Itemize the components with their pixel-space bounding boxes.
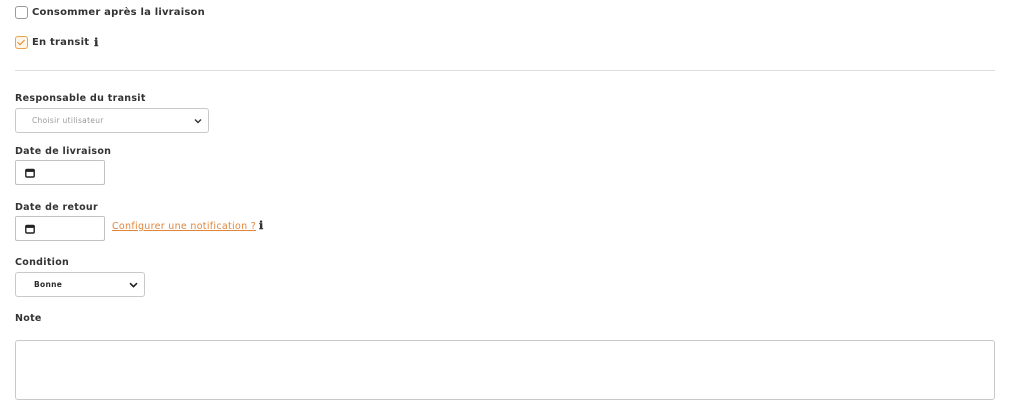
configure-notification-link[interactable]: Configurer une notification ?: [112, 221, 256, 232]
consume-after-delivery-option[interactable]: Consommer après la livraison: [15, 6, 205, 19]
delivery-date-label: Date de livraison: [15, 146, 112, 157]
condition-selected-value: Bonne: [34, 280, 63, 289]
transit-owner-label: Responsable du transit: [15, 93, 146, 104]
in-transit-checkbox[interactable]: [15, 36, 28, 49]
section-divider: [15, 70, 995, 71]
chevron-down-icon: [129, 282, 138, 288]
consume-after-delivery-label: Consommer après la livraison: [32, 7, 205, 18]
calendar-icon[interactable]: [25, 224, 35, 234]
note-textarea[interactable]: [15, 340, 995, 400]
in-transit-option[interactable]: En transit ℹ: [15, 36, 98, 49]
condition-select[interactable]: Bonne: [15, 272, 145, 297]
return-date-label: Date de retour: [15, 202, 98, 213]
calendar-icon[interactable]: [25, 168, 35, 178]
in-transit-label: En transit: [32, 37, 90, 48]
info-icon[interactable]: ℹ: [94, 36, 98, 49]
chevron-down-icon: [194, 118, 202, 123]
return-date-input[interactable]: [15, 216, 105, 241]
consume-after-delivery-checkbox[interactable]: [15, 6, 28, 19]
delivery-date-input[interactable]: [15, 160, 105, 185]
note-label: Note: [15, 313, 42, 324]
transit-owner-placeholder: Choisir utilisateur: [32, 116, 104, 125]
info-icon[interactable]: ℹ: [259, 219, 263, 232]
condition-label: Condition: [15, 257, 70, 268]
transit-owner-select[interactable]: Choisir utilisateur: [15, 108, 209, 133]
